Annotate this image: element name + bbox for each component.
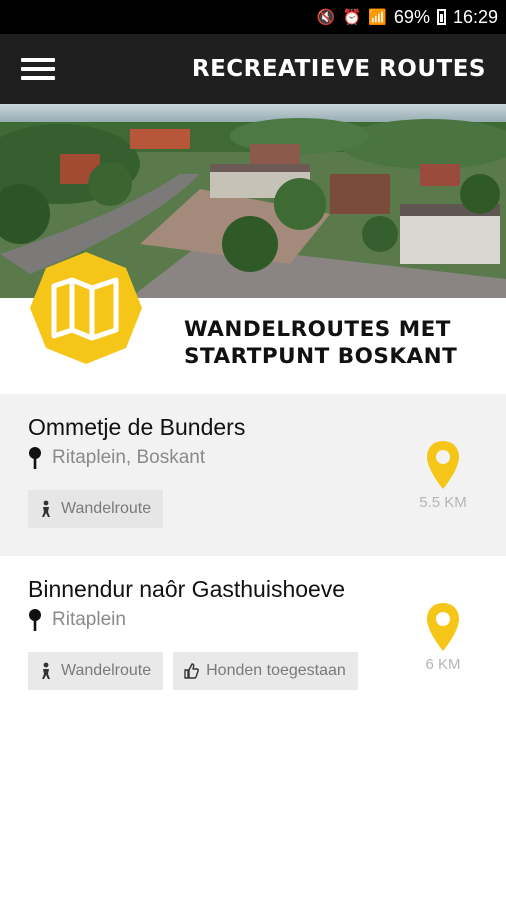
tag-label: Wandelroute [61,662,152,679]
alarm-icon: ⏰ [342,9,362,26]
tag-label: Honden toegestaan [206,662,346,679]
map-marker-icon [427,603,459,651]
app-title: RECREATIEVE ROUTES [191,56,486,82]
route-distance: 5.5 KM [414,440,472,511]
mute-icon: 🔇 [316,9,336,26]
walker-icon [42,662,50,679]
location-pin-icon [29,447,41,469]
location-pin-icon [29,609,41,631]
route-location-text: Ritaplein [52,609,126,630]
wifi-icon: 📶 [368,9,387,26]
map-icon [30,252,142,364]
route-tags: Wandelroute Honden toegestaan [28,652,358,690]
tag-wandelroute[interactable]: Wandelroute [28,652,164,690]
route-name: Ommetje de Bunders [28,414,246,440]
route-location-text: Ritaplein, Boskant [52,447,206,468]
battery-icon [436,9,446,25]
route-item[interactable]: Binnendur naôr Gasthuishoeve Ritaplein W… [0,556,506,718]
tag-label: Wandelroute [61,500,152,517]
tag-wandelroute[interactable]: Wandelroute [28,490,164,528]
battery-percentage: 69% [393,6,430,27]
menu-icon[interactable] [21,58,55,80]
section-title: WANDELROUTES MET STARTPUNT BOSKANT [184,317,458,369]
clock: 16:29 [452,6,498,27]
route-name: Binnendur naôr Gasthuishoeve [28,576,346,602]
map-marker-icon [427,441,459,489]
distance-text: 6 KM [425,656,461,673]
distance-text: 5.5 KM [419,494,467,511]
route-location: Ritaplein [28,608,126,632]
route-location: Ritaplein, Boskant [28,446,205,470]
route-distance: 6 KM [414,602,472,673]
route-list: Ommetje de Bunders Ritaplein, Boskant Wa… [0,394,506,718]
app-bar: RECREATIEVE ROUTES [0,34,506,104]
route-tags: Wandelroute [28,490,164,528]
thumbs-up-icon [184,663,200,679]
route-item[interactable]: Ommetje de Bunders Ritaplein, Boskant Wa… [0,394,506,556]
walker-icon [42,500,50,517]
status-bar: 🔇 ⏰ 📶 69% 16:29 [0,0,506,34]
tag-honden-toegestaan[interactable]: Honden toegestaan [173,652,358,690]
